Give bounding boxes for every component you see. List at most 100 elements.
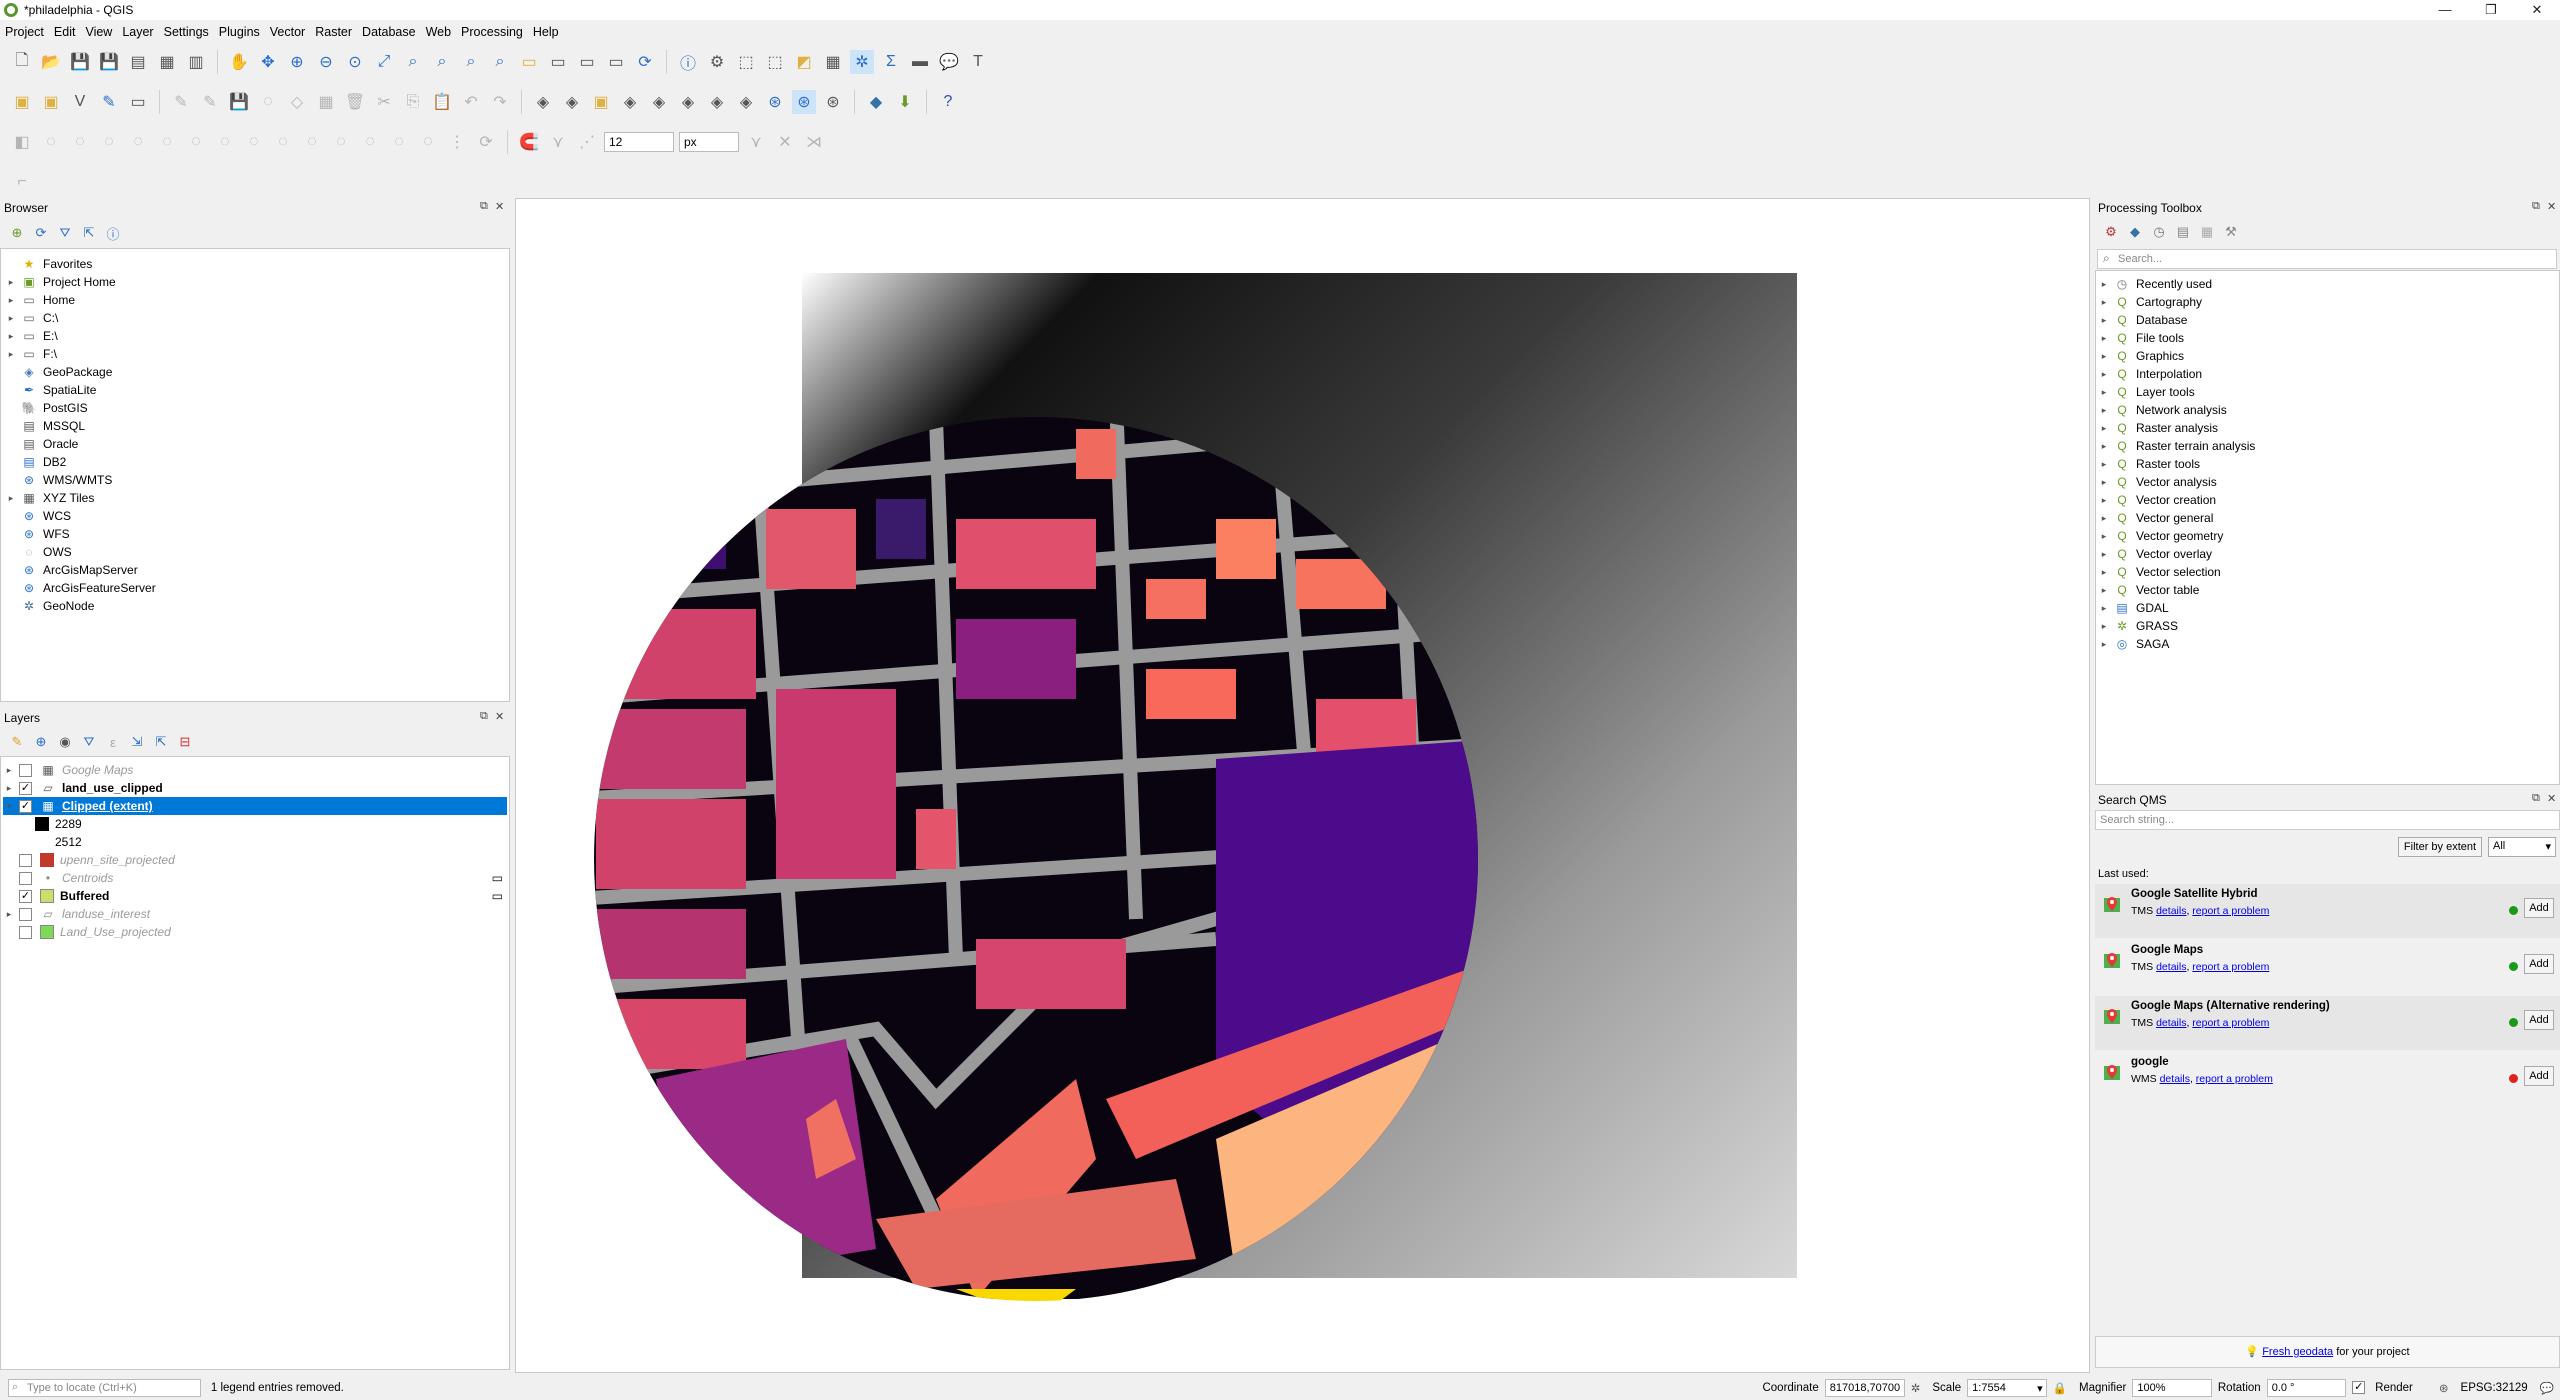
- save-project-icon[interactable]: 💾: [68, 50, 92, 74]
- processing-item-vector-overlay[interactable]: ▸ Q Vector overlay: [2098, 545, 2255, 563]
- report-problem-link[interactable]: report a problem: [2196, 1073, 2273, 1085]
- toolbox-gear-icon[interactable]: ✲: [850, 50, 874, 74]
- vertex-tool-icon[interactable]: ◇: [285, 90, 309, 114]
- filter-legend-icon[interactable]: ⛛: [80, 733, 98, 751]
- qms-search-input[interactable]: Search string...: [2095, 810, 2560, 830]
- menu-processing[interactable]: Processing: [456, 25, 528, 39]
- layer-land-use-clipped[interactable]: ▸ ✓ ▱ land_use_clipped: [3, 779, 507, 797]
- menu-edit[interactable]: Edit: [49, 25, 81, 39]
- processing-item-gdal[interactable]: ▸ ▤ GDAL: [2098, 599, 2255, 617]
- layer-visibility-checkbox[interactable]: [19, 763, 32, 777]
- zoom-rubberband-icon[interactable]: ⊙: [343, 50, 367, 74]
- offset-curve-icon[interactable]: ◌: [271, 130, 295, 154]
- menu-web[interactable]: Web: [421, 25, 456, 39]
- pan-to-selection-icon[interactable]: ✥: [256, 50, 280, 74]
- new-shapefile-icon[interactable]: V: [68, 90, 92, 114]
- processing-item-layer-tools[interactable]: ▸ Q Layer tools: [2098, 383, 2255, 401]
- new-temp-layer-icon[interactable]: ▭: [126, 90, 150, 114]
- browser-panel-float-icon[interactable]: ⧉: [480, 200, 488, 213]
- add-service-button[interactable]: Add: [2524, 898, 2554, 918]
- processing-item-vector-analysis[interactable]: ▸ Q Vector analysis: [2098, 473, 2255, 491]
- select-features-icon[interactable]: ⬚: [734, 50, 758, 74]
- qms-panel-close-icon[interactable]: ✕: [2547, 792, 2556, 805]
- processing-item-raster-tools[interactable]: ▸ Q Raster tools: [2098, 455, 2255, 473]
- merge-attributes-icon[interactable]: ◌: [387, 130, 411, 154]
- filter-by-expression-icon[interactable]: ε: [104, 733, 122, 751]
- bookmarks-icon[interactable]: ▭: [604, 50, 628, 74]
- map-canvas[interactable]: [515, 198, 2090, 1373]
- restore-button[interactable]: ❐: [2468, 0, 2514, 20]
- python-console-icon[interactable]: ◆: [864, 90, 888, 114]
- refresh-icon[interactable]: ⟳: [633, 50, 657, 74]
- qms-result-item[interactable]: Google Maps TMS details, report a proble…: [2095, 940, 2560, 994]
- statistics-sigma-icon[interactable]: Σ: [879, 50, 903, 74]
- add-service-button[interactable]: Add: [2524, 1010, 2554, 1030]
- label-tool-icon[interactable]: ◈: [531, 90, 555, 114]
- menu-vector[interactable]: Vector: [265, 25, 310, 39]
- lock-scale-icon[interactable]: 🔒: [2053, 1381, 2067, 1395]
- label-highlight-icon[interactable]: ▣: [589, 90, 613, 114]
- layer-buffered[interactable]: ✓ Buffered ▭: [3, 887, 507, 905]
- browser-item-geopackage[interactable]: ◈ GeoPackage: [5, 363, 156, 381]
- zoom-next-icon[interactable]: ▭: [517, 50, 541, 74]
- snap-unit-select[interactable]: px: [679, 132, 739, 152]
- collapse-all-icon[interactable]: ⇱: [80, 224, 98, 242]
- label-move-icon[interactable]: ◈: [647, 90, 671, 114]
- toggle-editing-icon[interactable]: ✎: [198, 90, 222, 114]
- qms-result-item[interactable]: google WMS details, report a problem Add: [2095, 1052, 2560, 1106]
- filter-browser-icon[interactable]: ⛛: [56, 224, 74, 242]
- cut-icon[interactable]: ✂: [372, 90, 396, 114]
- browser-item-spatialite[interactable]: ✒ SpatiaLite: [5, 381, 156, 399]
- paste-icon[interactable]: 📋: [430, 90, 454, 114]
- select-by-value-icon[interactable]: ⬚: [763, 50, 787, 74]
- processing-item-interpolation[interactable]: ▸ Q Interpolation: [2098, 365, 2255, 383]
- remove-layer-icon[interactable]: ⊟: [176, 733, 194, 751]
- avoid-overlap-icon[interactable]: ⋊: [802, 130, 826, 154]
- processing-item-recently-used[interactable]: ▸ ◷ Recently used: [2098, 275, 2255, 293]
- zoom-to-layer-icon[interactable]: ⌕: [430, 50, 454, 74]
- qms-result-item[interactable]: Google Satellite Hybrid TMS details, rep…: [2095, 884, 2560, 938]
- fresh-geodata-link[interactable]: Fresh geodata: [2262, 1346, 2333, 1358]
- add-part-icon[interactable]: ◌: [126, 130, 150, 154]
- menu-project[interactable]: Project: [0, 25, 49, 39]
- scripts-icon[interactable]: ◆: [2126, 223, 2144, 241]
- render-checkbox[interactable]: ✓: [2352, 1381, 2366, 1394]
- fill-ring-icon[interactable]: ◌: [155, 130, 179, 154]
- details-link[interactable]: details: [2160, 1073, 2190, 1085]
- zoom-in-icon[interactable]: ⊕: [285, 50, 309, 74]
- browser-item-oracle[interactable]: ▤ Oracle: [5, 435, 156, 453]
- merge-features-icon[interactable]: ◌: [358, 130, 382, 154]
- report-problem-link[interactable]: report a problem: [2192, 1017, 2269, 1029]
- processing-item-raster-analysis[interactable]: ▸ Q Raster analysis: [2098, 419, 2255, 437]
- snapping-options-icon[interactable]: ⋮: [445, 130, 469, 154]
- browser-item-postgis[interactable]: 🐘 PostGIS: [5, 399, 156, 417]
- browser-item-home[interactable]: ▸ ▭ Home: [5, 291, 156, 309]
- copy-icon[interactable]: ⎘: [401, 90, 425, 114]
- qms-panel-float-icon[interactable]: ⧉: [2532, 792, 2540, 805]
- menu-raster[interactable]: Raster: [310, 25, 357, 39]
- processing-item-vector-geometry[interactable]: ▸ Q Vector geometry: [2098, 527, 2255, 545]
- results-viewer-icon[interactable]: ▤: [2174, 223, 2192, 241]
- crs-label[interactable]: EPSG:32129: [2461, 1382, 2528, 1394]
- crs-globe-icon[interactable]: ⊛: [2439, 1381, 2449, 1395]
- label-diagram-icon[interactable]: ◈: [734, 90, 758, 114]
- add-service-button[interactable]: Add: [2524, 1066, 2554, 1086]
- redo-icon[interactable]: ↷: [488, 90, 512, 114]
- menu-database[interactable]: Database: [357, 25, 421, 39]
- zoom-out-icon[interactable]: ⊖: [314, 50, 338, 74]
- layer-land-use-projected[interactable]: Land_Use_projected: [3, 923, 507, 941]
- layers-panel-close-icon[interactable]: ✕: [495, 710, 504, 723]
- browser-item-drive-f[interactable]: ▸ ▭ F:\: [5, 345, 156, 363]
- data-source-manager-icon[interactable]: ▣: [10, 90, 34, 114]
- split-parts-icon[interactable]: ◌: [329, 130, 353, 154]
- attribute-table-icon[interactable]: ▦: [821, 50, 845, 74]
- report-problem-link[interactable]: report a problem: [2192, 905, 2269, 917]
- self-intersection-icon[interactable]: ✕: [773, 130, 797, 154]
- zoom-native-icon[interactable]: ⌕: [459, 50, 483, 74]
- layer-landuse-interest[interactable]: ▸ ▱ landuse_interest: [3, 905, 507, 923]
- save-edits-icon[interactable]: 💾: [227, 90, 251, 114]
- zoom-last-icon[interactable]: ⌕: [488, 50, 512, 74]
- close-button[interactable]: ✕: [2514, 0, 2560, 20]
- layer-upenn-site[interactable]: upenn_site_projected: [3, 851, 507, 869]
- save-as-icon[interactable]: 💾: [97, 50, 121, 74]
